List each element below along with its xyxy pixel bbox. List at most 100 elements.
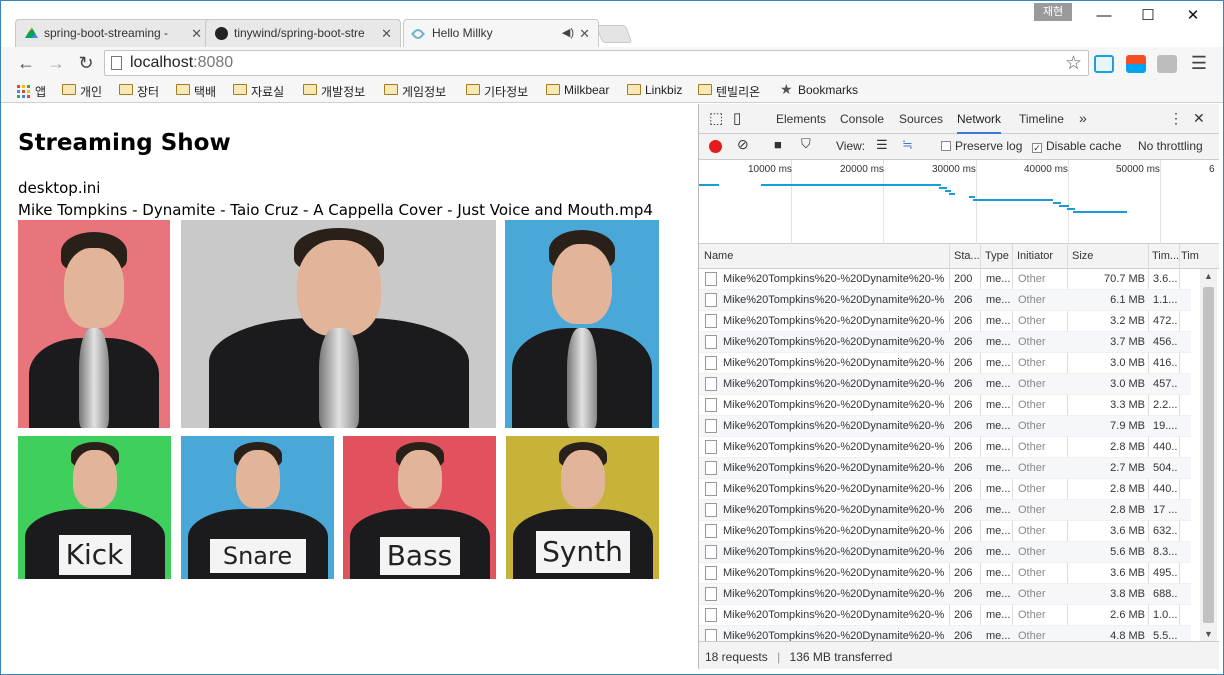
request-initiator: Other: [1018, 420, 1046, 432]
scroll-down-icon[interactable]: ▼: [1204, 629, 1213, 639]
screenshot-extension-icon[interactable]: [1094, 55, 1114, 73]
list-view-icon[interactable]: ☰: [876, 137, 888, 153]
column-initiator[interactable]: Initiator: [1017, 250, 1053, 262]
video-panel-synth: Synth: [506, 436, 659, 579]
network-request-row[interactable]: Mike%20Tompkins%20-%20Dynamite%20-%... 20…: [699, 332, 1191, 353]
page-title: Streaming Show: [18, 130, 231, 156]
network-request-row[interactable]: Mike%20Tompkins%20-%20Dynamite%20-%... 20…: [699, 563, 1191, 584]
bookmark-folder[interactable]: 텐빌리온: [698, 83, 760, 100]
new-tab-button[interactable]: [595, 25, 633, 43]
video-player[interactable]: Kick Snare Bass Synth: [18, 220, 659, 582]
profile-badge[interactable]: 재현: [1034, 3, 1072, 21]
network-request-row[interactable]: Mike%20Tompkins%20-%20Dynamite%20-%... 20…: [699, 626, 1191, 641]
extension-icon[interactable]: [1157, 55, 1177, 73]
network-request-row[interactable]: Mike%20Tompkins%20-%20Dynamite%20-%... 20…: [699, 437, 1191, 458]
bookmark-folder[interactable]: 자료실: [233, 83, 284, 100]
bookmark-folder[interactable]: Milkbear: [546, 83, 609, 97]
transferred-size: 136 MB transferred: [789, 650, 893, 664]
bookmark-apps[interactable]: 앱: [17, 83, 46, 100]
network-request-row[interactable]: Mike%20Tompkins%20-%20Dynamite%20-%... 20…: [699, 605, 1191, 626]
bookmark-folder[interactable]: 기타정보: [466, 83, 528, 100]
scroll-up-icon[interactable]: ▲: [1204, 271, 1213, 281]
column-name[interactable]: Name: [704, 250, 733, 262]
network-request-row[interactable]: Mike%20Tompkins%20-%20Dynamite%20-%... 20…: [699, 584, 1191, 605]
camera-icon[interactable]: ■: [774, 137, 782, 152]
network-request-row[interactable]: Mike%20Tompkins%20-%20Dynamite%20-%... 20…: [699, 479, 1191, 500]
folder-icon: [627, 84, 641, 95]
device-mode-icon[interactable]: ▯: [733, 109, 741, 127]
bookmark-folder[interactable]: 게임정보: [384, 83, 446, 100]
tab-timeline[interactable]: Timeline: [1019, 112, 1064, 126]
url-text[interactable]: localhost:8080: [130, 54, 233, 72]
tab-console[interactable]: Console: [840, 112, 884, 126]
file-link[interactable]: Mike Tompkins - Dynamite - Taio Cruz - A…: [18, 201, 653, 219]
bookmark-folder[interactable]: 개인: [62, 83, 102, 100]
tab-spring-boot-streaming[interactable]: spring-boot-streaming - ✕: [15, 19, 211, 47]
menu-icon[interactable]: ☰: [1188, 53, 1210, 75]
reload-icon[interactable]: ↻: [75, 53, 97, 75]
bookmark-star-icon[interactable]: ☆: [1065, 52, 1082, 75]
more-options-icon[interactable]: ⋮: [1169, 110, 1183, 127]
network-request-row[interactable]: Mike%20Tompkins%20-%20Dynamite%20-%... 20…: [699, 542, 1191, 563]
speaker-icon[interactable]: ◀): [562, 26, 574, 39]
folder-icon: [233, 84, 247, 95]
network-request-row[interactable]: Mike%20Tompkins%20-%20Dynamite%20-%... 20…: [699, 374, 1191, 395]
record-icon[interactable]: [709, 140, 722, 153]
back-arrow-icon[interactable]: ←: [15, 53, 37, 75]
request-initiator: Other: [1018, 462, 1046, 474]
clear-icon[interactable]: ⊘: [737, 136, 749, 153]
tab-sources[interactable]: Sources: [899, 112, 943, 126]
close-window-button[interactable]: ✕: [1173, 5, 1213, 27]
disable-cache-checkbox[interactable]: ✓ Disable cache: [1032, 139, 1121, 153]
tab-elements[interactable]: Elements: [776, 112, 826, 126]
network-request-row[interactable]: Mike%20Tompkins%20-%20Dynamite%20-%... 20…: [699, 395, 1191, 416]
network-request-row[interactable]: Mike%20Tompkins%20-%20Dynamite%20-%... 20…: [699, 500, 1191, 521]
network-request-row[interactable]: Mike%20Tompkins%20-%20Dynamite%20-%... 20…: [699, 353, 1191, 374]
network-request-row[interactable]: Mike%20Tompkins%20-%20Dynamite%20-%... 20…: [699, 521, 1191, 542]
address-bar[interactable]: localhost:8080 ☆: [104, 50, 1089, 76]
request-size: 6.1 MB: [1110, 294, 1145, 306]
column-type[interactable]: Type: [985, 250, 1009, 262]
network-request-row[interactable]: Mike%20Tompkins%20-%20Dynamite%20-%... 20…: [699, 311, 1191, 332]
bookmark-folder[interactable]: 개발정보: [303, 83, 365, 100]
video-panel-snare: Snare: [181, 436, 334, 579]
request-initiator: Other: [1018, 504, 1046, 516]
column-size[interactable]: Size: [1072, 250, 1093, 262]
network-overview[interactable]: 10000 ms 20000 ms 30000 ms 40000 ms 5000…: [699, 160, 1219, 244]
scrollbar-thumb[interactable]: [1203, 287, 1214, 623]
close-tab-icon[interactable]: ✕: [191, 26, 202, 42]
inspect-element-icon[interactable]: ⬚: [709, 109, 723, 127]
minimize-button[interactable]: —: [1084, 5, 1124, 27]
tab-hello-millky[interactable]: Hello Millky ◀) ✕: [403, 19, 599, 47]
bookmark-bookmarks[interactable]: ★ Bookmarks: [780, 81, 858, 97]
column-time[interactable]: Tim...: [1152, 250, 1178, 262]
more-tabs-chevron-icon[interactable]: »: [1079, 110, 1087, 126]
preserve-log-checkbox[interactable]: Preserve log: [941, 139, 1022, 153]
network-request-row[interactable]: Mike%20Tompkins%20-%20Dynamite%20-%... 20…: [699, 290, 1191, 311]
request-initiator: Other: [1018, 567, 1046, 579]
file-link[interactable]: desktop.ini: [18, 179, 100, 197]
tab-network[interactable]: Network: [957, 112, 1002, 134]
tab-tinywind-github[interactable]: tinywind/spring-boot-stre ✕: [205, 19, 401, 47]
bookmark-folder[interactable]: 택배: [176, 83, 216, 100]
forward-arrow-icon[interactable]: →: [45, 53, 67, 75]
throttling-select[interactable]: No throttling: [1138, 139, 1203, 153]
request-time: 456...: [1153, 336, 1177, 348]
video-sign-label: Bass: [379, 537, 460, 575]
request-list-scrollbar[interactable]: ▲ ▼: [1200, 269, 1217, 641]
maximize-button[interactable]: ☐: [1128, 5, 1168, 27]
waterfall-view-icon[interactable]: ≒: [902, 137, 913, 153]
column-status[interactable]: Sta...: [954, 250, 980, 262]
column-timeline[interactable]: Time: [1181, 250, 1199, 262]
bookmark-folder[interactable]: 장터: [119, 83, 159, 100]
network-request-row[interactable]: Mike%20Tompkins%20-%20Dynamite%20-%... 20…: [699, 416, 1191, 437]
close-devtools-icon[interactable]: ✕: [1193, 110, 1205, 127]
filter-icon[interactable]: ⛉: [801, 136, 811, 152]
bookmark-folder[interactable]: Linkbiz: [627, 83, 682, 97]
network-request-row[interactable]: Mike%20Tompkins%20-%20Dynamite%20-%... 20…: [699, 269, 1191, 290]
request-time: 19....: [1153, 420, 1177, 432]
network-request-row[interactable]: Mike%20Tompkins%20-%20Dynamite%20-%... 20…: [699, 458, 1191, 479]
calendar-extension-icon[interactable]: [1126, 55, 1146, 73]
close-tab-icon[interactable]: ✕: [381, 26, 392, 42]
close-tab-icon[interactable]: ✕: [579, 26, 590, 42]
